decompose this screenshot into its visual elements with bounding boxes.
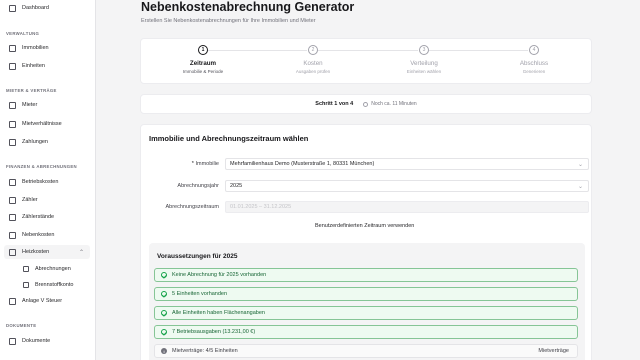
contract-icon	[9, 120, 16, 128]
step-1-indicator[interactable]: 1	[198, 45, 208, 55]
step-counter: Schritt 1 von 4	[315, 101, 354, 107]
requirement-check: 5 Einheiten vorhanden	[154, 287, 578, 301]
step-2-subtitle: Ausgaben prüfen	[295, 69, 331, 74]
sidebar-item-immobilien[interactable]: Immobilien	[4, 41, 90, 55]
requirement-check: 7 Betriebsausgaben (13.231,00 €)	[154, 325, 578, 339]
fuel-icon	[23, 282, 29, 288]
jahr-label: Abrechnungsjahr	[177, 183, 219, 189]
list-icon	[23, 266, 29, 272]
check-circle-icon	[161, 329, 167, 335]
zeitraum-label: Abrechnungszeitraum	[165, 204, 219, 210]
sidebar-item-mieter[interactable]: Mieter	[4, 98, 90, 112]
chevron-down-icon: ⌄	[577, 184, 583, 190]
requirement-check: Alle Einheiten haben Flächenangaben	[154, 306, 578, 320]
step-1-title: Zeitraum	[189, 60, 217, 67]
step-1-subtitle: Immobilie & Periode	[182, 69, 224, 74]
step-3-title: Verteilung	[410, 60, 438, 67]
sidebar-item-mietverhaeltnisse[interactable]: Mietverhältnisse	[4, 117, 90, 131]
folder-icon	[9, 337, 16, 345]
step-connector	[429, 50, 528, 51]
user-icon	[9, 101, 16, 109]
step-3-subtitle: Einheiten wählen	[406, 69, 442, 74]
main-content: Nebenkostenabrechnung Generator Erstelle…	[96, 0, 640, 360]
sidebar-item-anlage-v[interactable]: Anlage V Steuer	[4, 294, 90, 308]
wizard-stepper: 1 Zeitraum Immobilie & Periode 2 Kosten …	[140, 38, 592, 84]
check-circle-icon	[161, 272, 167, 278]
sidebar-item-heizkosten[interactable]: Heizkosten ⌃	[4, 245, 90, 259]
requirements-title: Voraussetzungen für 2025	[157, 253, 238, 260]
jahr-select[interactable]: 2025 ⌄	[225, 180, 589, 192]
tax-icon	[9, 297, 16, 305]
sidebar: Dashboard VERWALTUNG Immobilien Einheite…	[0, 0, 96, 360]
step-4-indicator[interactable]: 4	[529, 45, 539, 55]
check-circle-icon	[161, 291, 167, 297]
step-4-subtitle: Generieren	[522, 69, 546, 74]
chevron-up-icon: ⌃	[78, 249, 84, 256]
step-3-indicator[interactable]: 3	[419, 45, 429, 55]
unit-icon	[9, 62, 16, 70]
sidebar-item-nebenkosten[interactable]: Nebenkosten	[4, 228, 90, 242]
period-form-card: Immobilie und Abrechnungszeitraum wählen…	[140, 124, 592, 360]
immobilie-select[interactable]: Mehrfamilienhaus Demo (Musterstraße 1, 8…	[225, 158, 589, 170]
sidebar-item-zaehlerstaende[interactable]: Zählerstände	[4, 210, 90, 224]
sidebar-section-mieter: MIETER & VERTRÄGE	[6, 88, 57, 93]
sidebar-item-einheiten[interactable]: Einheiten	[4, 59, 90, 73]
receipt-icon	[9, 178, 16, 186]
page-subtitle: Erstellen Sie Nebenkostenabrechnungen fü…	[141, 18, 316, 24]
payment-icon	[9, 138, 16, 146]
check-circle-icon	[161, 310, 167, 316]
document-icon	[9, 231, 16, 239]
building-icon	[9, 44, 16, 52]
sidebar-item-brennstoffkonto[interactable]: Brennstoffkonto	[18, 278, 90, 292]
step-2-title: Kosten	[303, 60, 323, 67]
mietvertraege-link[interactable]: Mietverträge	[538, 348, 569, 354]
sidebar-section-verwaltung: VERWALTUNG	[6, 31, 40, 36]
dashboard-icon	[9, 4, 16, 12]
meter-icon	[9, 196, 16, 204]
sidebar-item-dashboard[interactable]: Dashboard	[4, 1, 90, 15]
required-marker: *	[191, 161, 194, 167]
sidebar-item-zahlungen[interactable]: Zahlungen	[4, 135, 90, 149]
step-connector	[318, 50, 418, 51]
step-progress-bar: Schritt 1 von 4 Noch ca. 11 Minuten	[140, 94, 592, 114]
sidebar-item-zaehler[interactable]: Zähler	[4, 193, 90, 207]
requirement-check: Keine Abrechnung für 2025 vorhanden	[154, 268, 578, 282]
step-connector	[208, 50, 307, 51]
custom-period-button[interactable]: Benutzerdefinierten Zeitraum verwenden	[315, 223, 414, 229]
requirement-info: i Mietverträge: 4/5 Einheiten Mietverträ…	[154, 344, 578, 358]
sidebar-item-betriebskosten[interactable]: Betriebskosten	[4, 175, 90, 189]
form-title: Immobilie und Abrechnungszeitraum wählen	[149, 134, 309, 143]
immobilie-label: * Immobilie	[191, 161, 219, 167]
step-2-indicator[interactable]: 2	[308, 45, 318, 55]
gauge-icon	[9, 213, 16, 221]
info-icon: i	[161, 348, 167, 354]
page-title: Nebenkostenabrechnung Generator	[141, 0, 355, 14]
clock-icon	[363, 101, 369, 107]
sidebar-section-finanzen: FINANZEN & ABRECHNUNGEN	[6, 164, 77, 169]
sidebar-item-dokumente[interactable]: Dokumente	[4, 334, 90, 348]
time-remaining: Noch ca. 11 Minuten	[371, 101, 417, 107]
requirements-panel: Voraussetzungen für 2025 Keine Abrechnun…	[149, 243, 585, 360]
zeitraum-field: 01.01.2025 – 31.12.2025	[225, 201, 589, 213]
sidebar-section-dokumente: DOKUMENTE	[6, 323, 37, 328]
chevron-down-icon: ⌄	[577, 162, 583, 168]
step-4-title: Abschluss	[519, 60, 549, 67]
flame-icon	[9, 248, 16, 256]
sidebar-item-abrechnungen[interactable]: Abrechnungen	[18, 262, 90, 276]
